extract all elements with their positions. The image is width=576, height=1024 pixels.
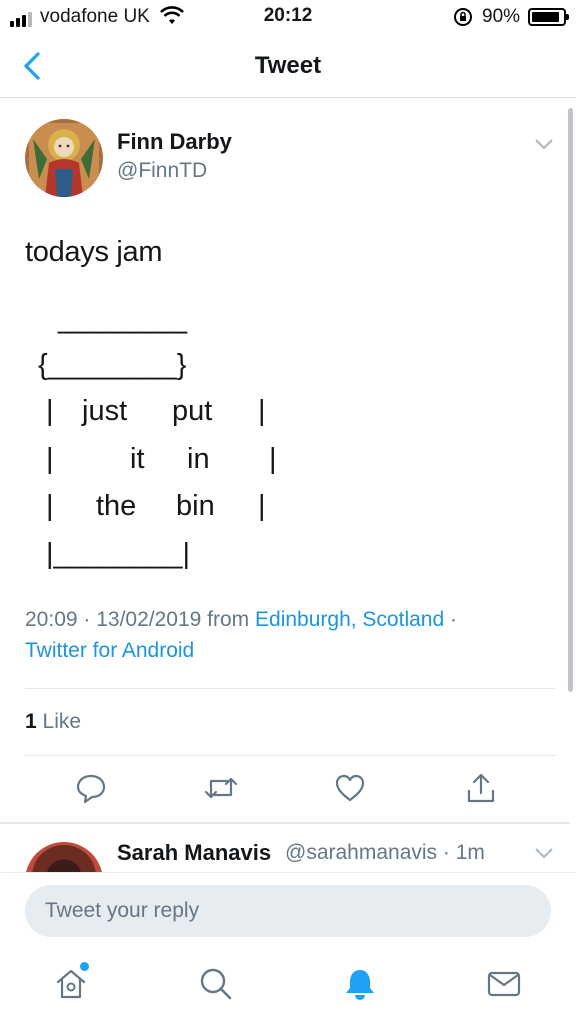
art-line: | [258,490,266,522]
like-button[interactable] [333,771,369,807]
author-handle[interactable]: @FinnTD [117,159,207,183]
art-line: {________} [38,349,187,381]
author-name[interactable]: Finn Darby [117,129,232,155]
reply-composer [0,872,576,952]
messages-icon [487,971,521,997]
tab-bar [0,952,576,1024]
art-line: ________ [58,303,188,335]
share-button[interactable] [464,771,500,807]
author-avatar-image [25,119,103,197]
art-line: | [46,395,54,427]
art-line: it [130,443,145,475]
reply-avatar-image [25,842,103,872]
reply-author-handle[interactable]: @sarahmanavis · 1m [285,841,485,865]
reply-input[interactable] [25,885,551,937]
tab-home[interactable] [53,966,89,1002]
battery-fill [532,12,559,22]
tweet-actions [0,771,570,811]
reply-author-name[interactable]: Sarah Manavis [117,840,271,866]
art-line: in [187,443,210,475]
source-link[interactable]: Twitter for Android [25,639,194,662]
meta-separator: · [450,608,457,631]
art-line: just [82,395,128,427]
art-line: | [46,443,54,475]
reply-icon [76,774,106,804]
art-line: | [258,395,266,427]
retweet-icon [204,777,238,799]
reply-author-avatar[interactable] [25,842,103,872]
rotation-lock-icon [452,6,474,33]
art-line: | [46,490,54,522]
battery-percent: 90% [482,6,521,27]
like-icon [335,774,365,802]
tweet-text-intro: todays jam [25,236,163,268]
tweet-meta: 20:09 · 13/02/2019 from Edinburgh, Scotl… [25,604,545,666]
reply-button[interactable] [74,771,110,807]
art-line: put [172,395,213,427]
battery-icon [528,8,569,26]
location-link[interactable]: Edinburgh, Scotland [255,608,444,631]
notifications-icon [346,970,374,1000]
nav-bar: Tweet [0,34,576,98]
scrollbar[interactable] [568,108,573,692]
likes-count[interactable]: 1 Like [25,710,81,734]
art-line: the [96,490,137,522]
tab-search[interactable] [198,966,234,1002]
tab-notifications[interactable] [342,966,378,1002]
author-avatar[interactable] [25,119,103,197]
tab-messages[interactable] [486,966,522,1002]
art-line: bin [176,490,215,522]
search-icon [200,968,232,1000]
tweet-text: todays jam [25,235,163,270]
art-line: |________| [46,538,191,570]
chevron-down-icon [535,139,553,150]
chevron-down-icon [535,848,553,859]
status-bar: vodafone UK 20:12 90% [0,0,576,34]
home-icon [56,969,86,999]
like-count-number: 1 [25,710,37,733]
home-notification-dot [80,962,89,971]
art-line: | [269,443,277,475]
retweet-button[interactable] [203,771,239,807]
reply-options-button[interactable] [534,846,554,865]
divider [25,688,556,689]
share-icon [467,773,495,803]
tweet-timestamp: 20:09 · 13/02/2019 [25,608,202,631]
divider [0,822,570,824]
like-count-label: Like [42,710,82,733]
from-label: from [207,608,250,631]
tweet-options-button[interactable] [534,137,554,156]
divider [25,755,556,756]
page-title: Tweet [254,52,322,79]
